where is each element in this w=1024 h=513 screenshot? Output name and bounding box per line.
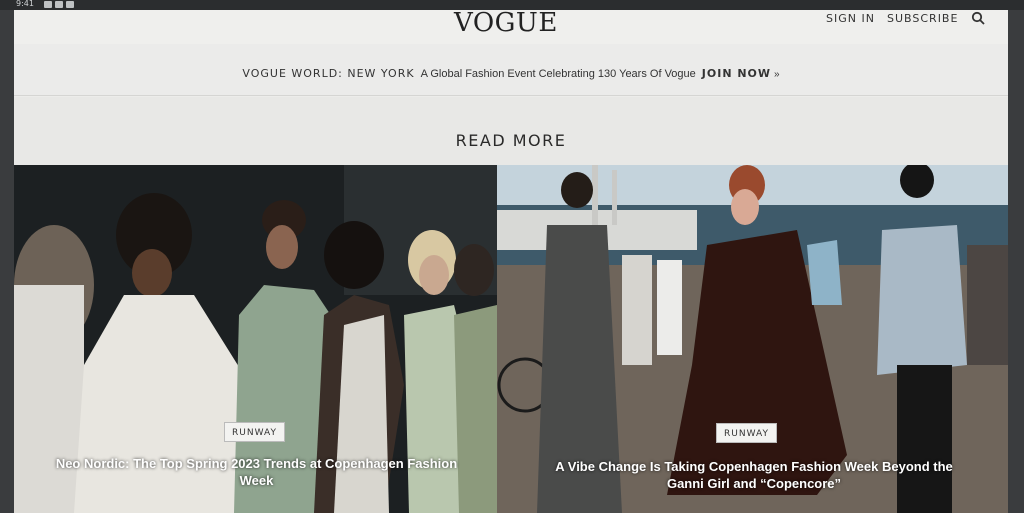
browser-viewport: VOGUE SIGN IN SUBSCRIBE VOGUE WORLD: NEW… — [14, 0, 1008, 513]
status-icons — [44, 1, 74, 8]
subscribe-link[interactable]: SUBSCRIBE — [887, 12, 958, 25]
join-now-link[interactable]: JOIN NOW — [702, 67, 771, 80]
banner-event-name[interactable]: VOGUE WORLD: NEW YORK — [242, 67, 414, 80]
device-status-bar: 9:41 — [0, 0, 1024, 10]
banner-description: A Global Fashion Event Celebrating 130 Y… — [420, 68, 696, 80]
promo-banner-row[interactable]: VOGUE WORLD: NEW YORK A Global Fashion Ev… — [14, 64, 1008, 82]
runway-tag[interactable]: RUNWAY — [224, 422, 285, 442]
device-bezel-right — [1006, 0, 1024, 513]
article-card-neo-nordic[interactable]: RUNWAY Neo Nordic: The Top Spring 2023 T… — [14, 165, 497, 513]
runway-tag[interactable]: RUNWAY — [716, 423, 777, 443]
article-headline[interactable]: Neo Nordic: The Top Spring 2023 Trends a… — [54, 455, 459, 489]
notification-icon — [66, 1, 74, 8]
article-headline[interactable]: A Vibe Change Is Taking Copenhagen Fashi… — [549, 458, 959, 492]
read-more-heading: READ MORE — [455, 131, 567, 150]
arrow-icon: » — [774, 69, 780, 80]
notification-icon — [44, 1, 52, 8]
search-icon[interactable] — [971, 11, 985, 25]
status-time: 9:41 — [16, 0, 34, 8]
notification-icon — [55, 1, 63, 8]
sign-in-link[interactable]: SIGN IN — [826, 12, 875, 25]
promo-banner: VOGUE WORLD: NEW YORK A Global Fashion Ev… — [14, 44, 1008, 96]
article-card-vibe-change[interactable]: RUNWAY A Vibe Change Is Taking Copenhage… — [497, 165, 1008, 513]
vogue-logo[interactable]: VOGUE — [454, 8, 558, 38]
read-more-section: READ MORE — [14, 97, 1008, 165]
